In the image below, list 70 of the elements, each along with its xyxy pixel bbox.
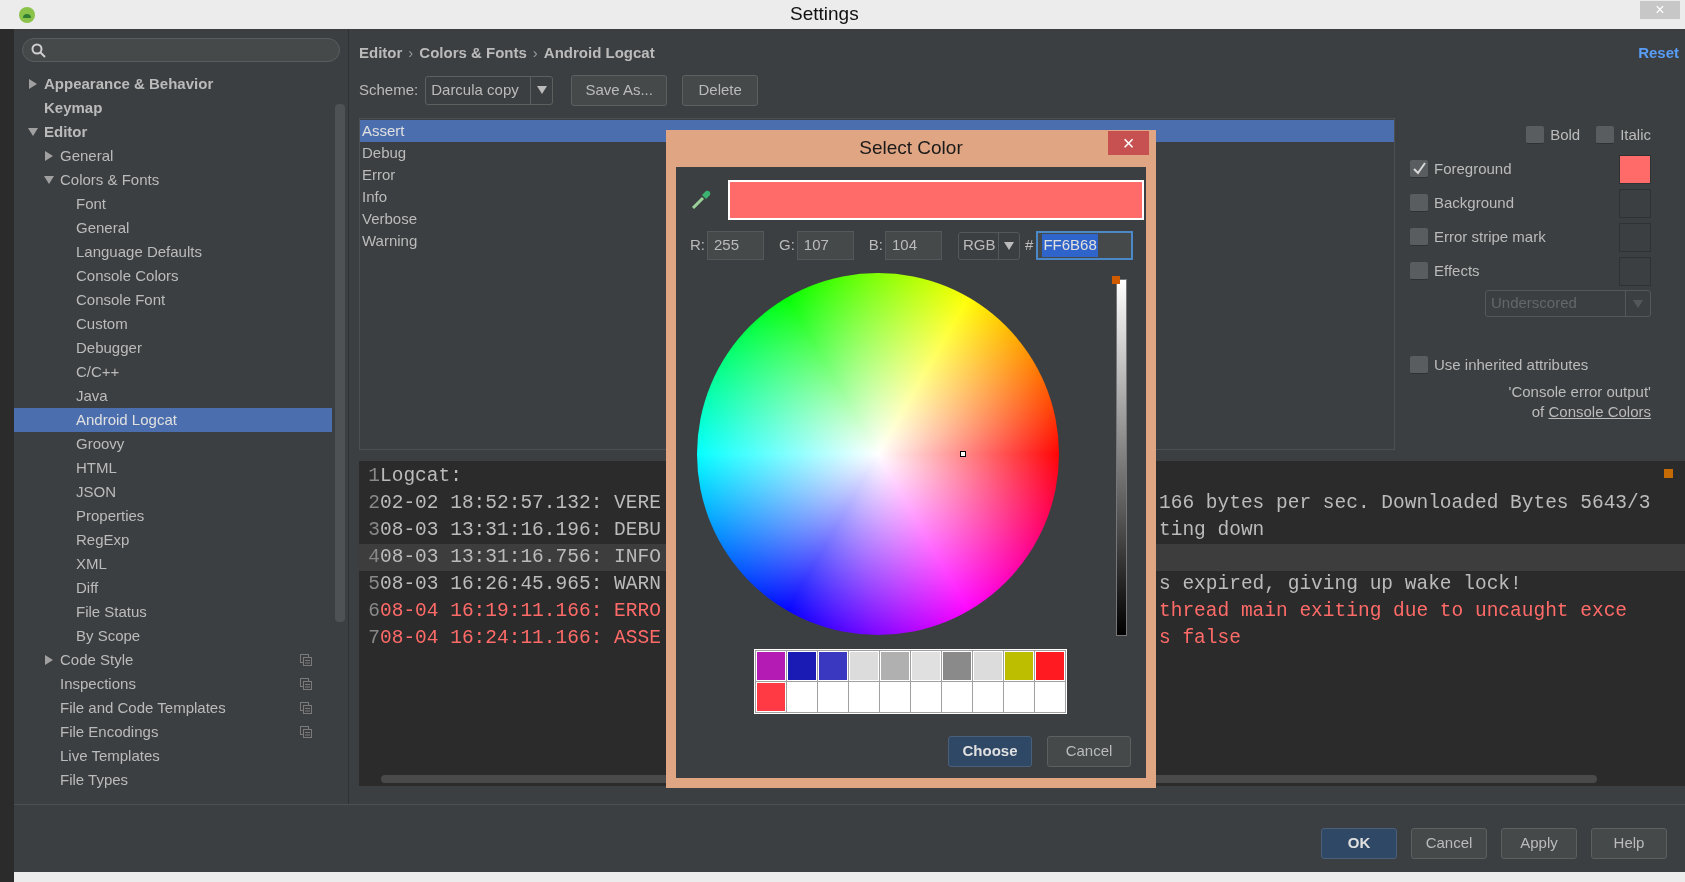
channel-label: G: xyxy=(779,235,795,256)
line-number: 1 xyxy=(367,464,380,489)
tree-item-label: Code Style xyxy=(60,649,134,670)
tree-item-label: Properties xyxy=(76,505,145,526)
checkbox-label: Italic xyxy=(1620,124,1651,145)
log-line: s expired, giving up wake lock! xyxy=(1159,572,1522,597)
tree-item-label: Groovy xyxy=(76,433,125,454)
tree-item-label: XML xyxy=(76,553,107,574)
tree-item-label: HTML xyxy=(76,457,117,478)
breadcrumb-item: Android Logcat xyxy=(543,42,655,63)
tree-item-label: Android Logcat xyxy=(76,409,177,430)
line-number: 5 xyxy=(367,572,380,597)
tree-item-label: Inspections xyxy=(60,673,136,694)
log-line: ting down xyxy=(1159,518,1265,543)
breadcrumb-item: Colors & Fonts xyxy=(419,42,527,63)
tree-item-label: File Types xyxy=(60,769,129,790)
dialog-title: Select Color xyxy=(859,136,963,161)
checkbox-label: Foreground xyxy=(1434,158,1512,179)
tree-item-label: Console Font xyxy=(76,289,166,310)
line-number: 3 xyxy=(367,518,380,543)
tree-item-label: JSON xyxy=(76,481,116,502)
tree-item-label: File Status xyxy=(76,601,147,622)
tree-item-label: Debugger xyxy=(76,337,142,358)
log-line: 08-03 16:26:45.965: WARN xyxy=(380,573,661,595)
checkbox-label: Use inherited attributes xyxy=(1434,354,1589,375)
inherit-note: 'Console error output' xyxy=(1507,382,1651,402)
tree-item-label: File Encodings xyxy=(60,721,159,742)
tree-item-label: Console Colors xyxy=(76,265,179,286)
tree-item-label: By Scope xyxy=(76,625,141,646)
tree-item-label: Custom xyxy=(76,313,128,334)
line-number: 4 xyxy=(367,545,380,570)
tree-item-label: RegExp xyxy=(76,529,130,550)
tree-item-label: Diff xyxy=(76,577,99,598)
log-line: 08-03 13:31:16.196: DEBU xyxy=(380,519,661,541)
window-title: Settings xyxy=(790,2,859,27)
tree-item-label: Java xyxy=(76,385,108,406)
channel-label: R: xyxy=(690,235,705,256)
tree-item-label: Language Defaults xyxy=(76,241,202,262)
scheme-label: Scheme: xyxy=(359,79,419,100)
checkbox-label: Error stripe mark xyxy=(1434,226,1546,247)
tree-item-label: C/C++ xyxy=(76,361,120,382)
tree-item-label: Colors & Fonts xyxy=(60,169,160,190)
tree-item-label: Editor xyxy=(44,121,88,142)
line-number: 6 xyxy=(367,599,380,624)
log-line: thread main exiting due to uncaught exce xyxy=(1159,599,1628,624)
tree-item-label: Appearance & Behavior xyxy=(44,73,214,94)
checkbox-label: Effects xyxy=(1434,260,1480,281)
log-line: 08-04 16:24:11.166: ASSE xyxy=(380,627,661,649)
log-line: s false xyxy=(1159,626,1241,651)
tree-item-label: Font xyxy=(76,193,106,214)
inherit-note: of xyxy=(1531,403,1545,420)
log-line: Logcat: xyxy=(380,465,462,487)
channel-label: B: xyxy=(868,235,884,256)
tree-item-label: Live Templates xyxy=(60,745,160,766)
breadcrumb-item: Editor xyxy=(359,42,403,63)
tree-item-label: General xyxy=(60,145,114,166)
log-line: 08-03 13:31:16.756: INFO xyxy=(380,546,661,568)
tree-item-label: General xyxy=(76,217,130,238)
breadcrumb-separator: › xyxy=(532,42,538,63)
log-line: 08-04 16:19:11.166: ERRO xyxy=(380,600,661,622)
tree-item-label: File and Code Templates xyxy=(60,697,226,718)
hash-label: # xyxy=(1025,235,1034,256)
line-number: 2 xyxy=(367,491,380,516)
line-number: 7 xyxy=(367,626,380,651)
breadcrumb-separator: › xyxy=(408,42,414,63)
log-line: 02-02 18:52:57.132: VERE xyxy=(380,492,661,514)
log-line: 166 bytes per sec. Downloaded Bytes 5643/3 xyxy=(1159,491,1651,516)
tree-item-label: Keymap xyxy=(44,97,103,118)
checkbox-label: Bold xyxy=(1550,124,1581,145)
checkbox-label: Background xyxy=(1434,192,1515,213)
